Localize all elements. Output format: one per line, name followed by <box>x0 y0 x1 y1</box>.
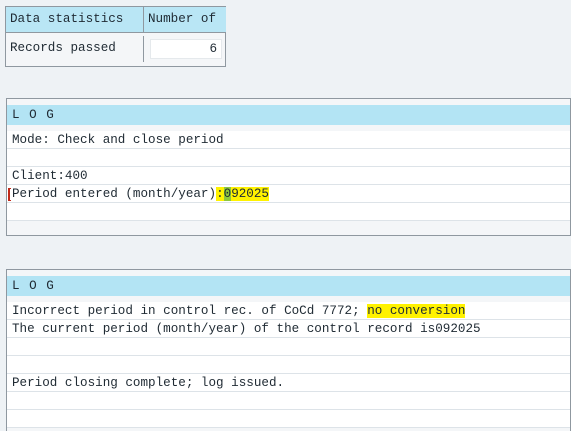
incorrect-period-text: Incorrect period in control rec. of CoCd… <box>12 304 466 318</box>
period-value-highlight: :092025 <box>216 187 269 201</box>
data-statistics-table: Data statistics Number of Records passed… <box>5 6 226 67</box>
log-line-empty <box>7 410 570 428</box>
log-panel-1: L O G Mode: Check and close period Clien… <box>6 98 571 236</box>
log-line-empty <box>7 392 570 410</box>
log-panel-title: L O G <box>7 276 570 296</box>
log-line-client: Client:400 <box>7 167 570 185</box>
log-line-blank <box>7 356 570 374</box>
cursor-char: 0 <box>223 187 232 201</box>
log-lines: Incorrect period in control rec. of CoCd… <box>7 302 570 428</box>
log-line-incorrect-period: Incorrect period in control rec. of CoCd… <box>7 302 570 320</box>
table-header-row: Data statistics Number of <box>6 7 226 33</box>
log-panel-2: L O G Incorrect period in control rec. o… <box>6 269 571 431</box>
log-line-empty <box>7 203 570 221</box>
column-header-number-of[interactable]: Number of <box>144 7 226 33</box>
table-row: Records passed 6 <box>6 36 226 62</box>
log-panel-title: L O G <box>7 105 570 125</box>
log-line-current-period: The current period (month/year) of the c… <box>7 320 570 338</box>
log-lines: Mode: Check and close period Client:400 … <box>7 131 570 221</box>
text-cursor-marker <box>8 188 11 201</box>
row-label-records-passed: Records passed <box>6 36 144 62</box>
column-header-data-statistics[interactable]: Data statistics <box>6 7 144 33</box>
log-line-period-entered[interactable]: Period entered (month/year):092025 <box>7 185 570 203</box>
period-label: Period entered (month/year) <box>12 187 217 201</box>
log-line-closing-complete: Period closing complete; log issued. <box>7 374 570 392</box>
no-conversion-highlight: no conversion <box>367 304 466 318</box>
log-line-blank <box>7 149 570 167</box>
records-passed-value[interactable]: 6 <box>150 39 222 59</box>
period-entered-text: Period entered (month/year):092025 <box>12 187 269 201</box>
log-line-blank <box>7 338 570 356</box>
log-line-mode: Mode: Check and close period <box>7 131 570 149</box>
incorrect-period-message: Incorrect period in control rec. of CoCd… <box>12 304 368 318</box>
